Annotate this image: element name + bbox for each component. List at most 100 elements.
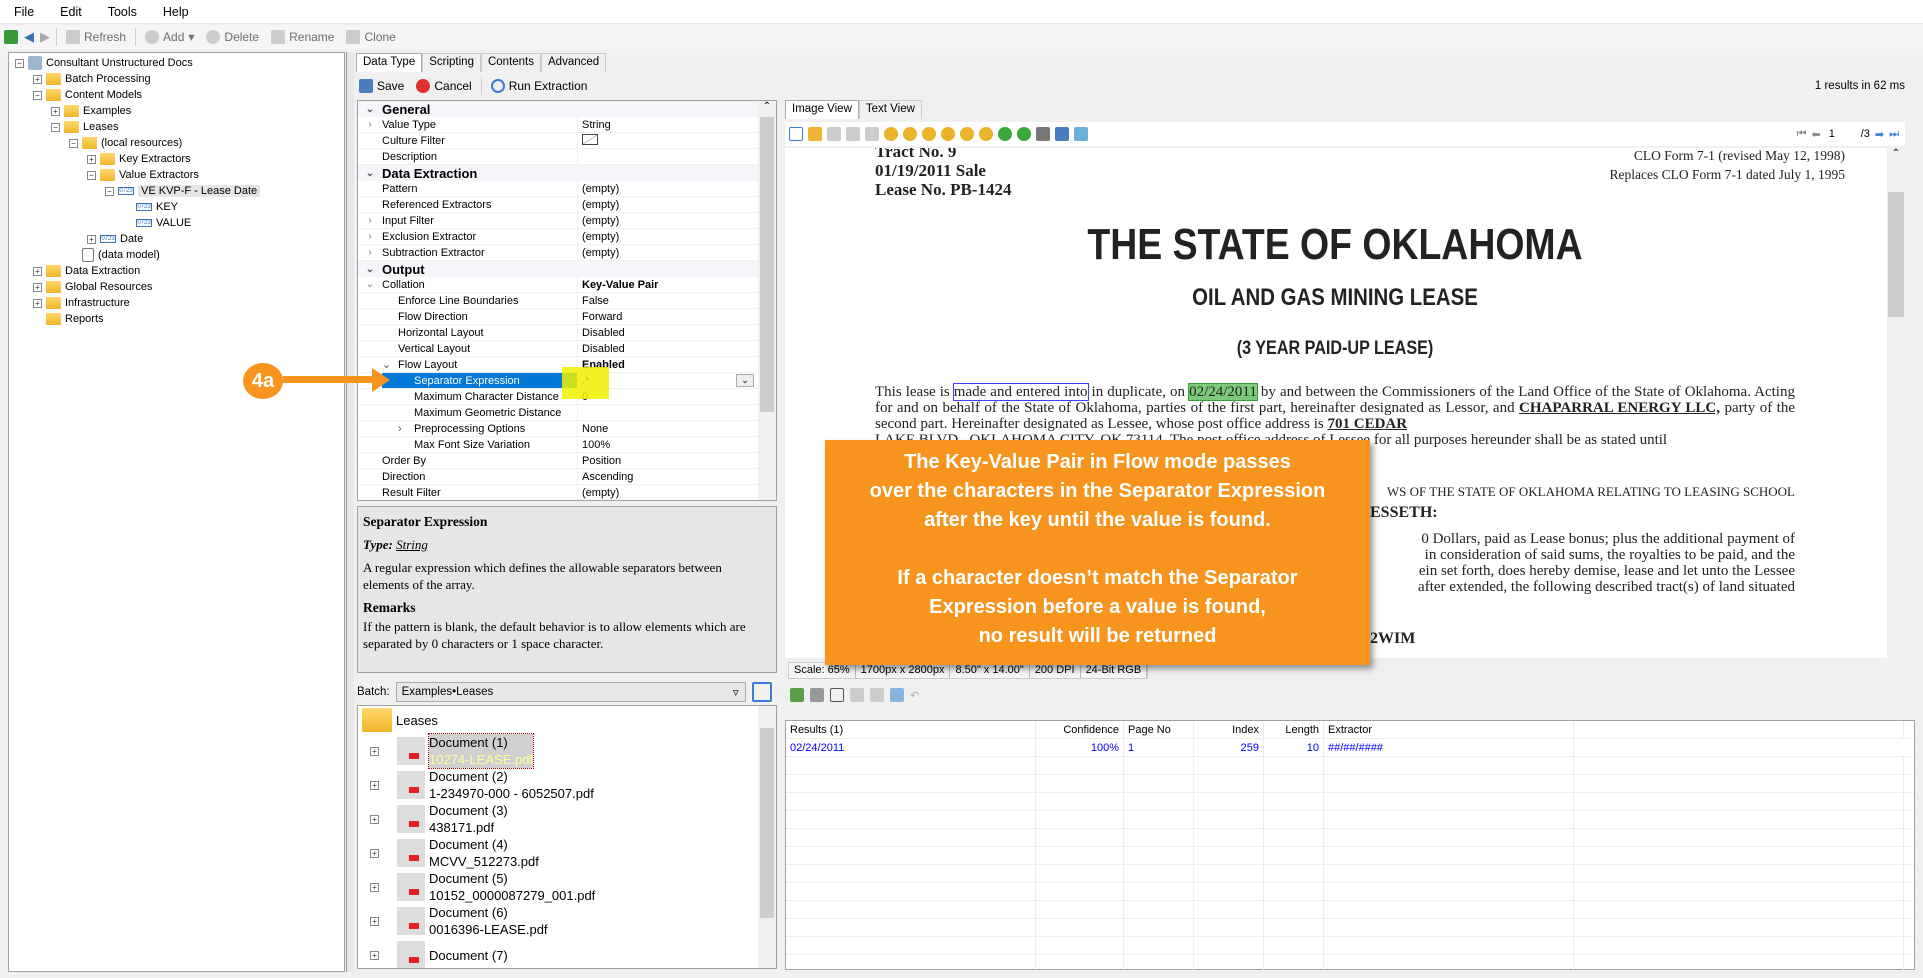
batch-folder[interactable]: Leases bbox=[358, 706, 776, 734]
menu-tools[interactable]: Tools bbox=[108, 5, 137, 19]
expand-icon[interactable]: + bbox=[370, 916, 379, 926]
print-icon[interactable] bbox=[1036, 127, 1050, 141]
property-row[interactable]: Culture Filter bbox=[358, 133, 776, 149]
tree-item[interactable]: 0723 KEY bbox=[9, 199, 344, 215]
column-header[interactable]: Results (1) bbox=[786, 721, 1036, 738]
property-value[interactable]: False bbox=[578, 295, 776, 307]
batch-document[interactable]: + Document (7) bbox=[358, 938, 776, 968]
property-row[interactable]: Direction Ascending bbox=[358, 469, 776, 485]
chevron-down-icon[interactable]: ⌄ bbox=[358, 168, 382, 179]
property-row[interactable]: Max Font Size Variation 100% bbox=[358, 437, 776, 453]
batch-document[interactable]: + Document (6) 0016396-LEASE.pdf bbox=[358, 904, 776, 938]
expand-icon[interactable]: + bbox=[87, 154, 96, 164]
collapse-icon[interactable]: − bbox=[33, 90, 42, 100]
image-gray-icon[interactable] bbox=[810, 688, 824, 702]
chevron-down-icon[interactable]: ⌄ bbox=[358, 264, 382, 275]
document-info-button[interactable] bbox=[751, 682, 772, 702]
tree-item[interactable]: + Data Extraction bbox=[9, 263, 344, 279]
tree-item[interactable]: Reports bbox=[9, 311, 344, 327]
tree-item[interactable]: − Value Extractors bbox=[9, 167, 344, 183]
dropdown-button[interactable]: ⌄ bbox=[736, 374, 754, 387]
zoom-out-icon[interactable] bbox=[903, 127, 917, 141]
column-header[interactable]: Page No bbox=[1124, 721, 1194, 738]
page-input[interactable]: 1 bbox=[1825, 128, 1856, 140]
property-value[interactable]: (empty) bbox=[578, 247, 776, 259]
menu-file[interactable]: File bbox=[14, 5, 34, 19]
fit-page-icon[interactable] bbox=[865, 127, 879, 141]
batch-document[interactable]: + Document (5) 10152_0000087279_001.pdf bbox=[358, 870, 776, 904]
batch-document[interactable]: + Document (4) MCVV_512273.pdf bbox=[358, 836, 776, 870]
zoom-height-icon[interactable] bbox=[979, 127, 993, 141]
zoom-actual-icon[interactable] bbox=[922, 127, 936, 141]
tree-item[interactable]: −0723 VE KVP-F - Lease Date bbox=[9, 183, 344, 199]
property-row[interactable]: Flow Direction Forward bbox=[358, 309, 776, 325]
save-image-icon[interactable] bbox=[1055, 127, 1069, 141]
collapse-icon[interactable]: − bbox=[15, 58, 24, 68]
column-header[interactable]: Confidence bbox=[1036, 721, 1124, 738]
expand-icon[interactable]: + bbox=[33, 74, 42, 84]
property-category[interactable]: ⌄ General bbox=[358, 101, 776, 117]
expand-icon[interactable]: + bbox=[370, 848, 379, 858]
property-row[interactable]: › Subtraction Extractor (empty) bbox=[358, 245, 776, 261]
rename-button[interactable]: Rename bbox=[268, 30, 337, 44]
property-value[interactable]: Key-Value Pair bbox=[578, 279, 776, 291]
refresh-button[interactable]: Refresh bbox=[63, 30, 129, 44]
back-icon[interactable]: ◀ bbox=[24, 29, 34, 45]
chevron-down-icon[interactable]: ⌄ bbox=[358, 104, 382, 115]
property-value[interactable]: Disabled bbox=[578, 327, 776, 339]
tree-item[interactable]: + Key Extractors bbox=[9, 151, 344, 167]
property-row[interactable]: › Input Filter (empty) bbox=[358, 213, 776, 229]
image-icon[interactable] bbox=[790, 688, 804, 702]
column-header[interactable]: Index bbox=[1194, 721, 1264, 738]
property-value[interactable]: None bbox=[578, 423, 776, 435]
add-button[interactable]: Add ▾ bbox=[142, 30, 197, 44]
property-value[interactable]: Position bbox=[578, 455, 776, 467]
property-value[interactable]: (empty) bbox=[578, 215, 776, 227]
tab-scripting[interactable]: Scripting bbox=[422, 53, 481, 72]
expand-icon[interactable]: + bbox=[87, 234, 96, 244]
tree-item[interactable]: 0723 VALUE bbox=[9, 215, 344, 231]
select-pointer-icon[interactable] bbox=[789, 127, 803, 141]
column-header[interactable]: Length bbox=[1264, 721, 1324, 738]
menu-help[interactable]: Help bbox=[163, 5, 189, 19]
pan-hand-icon[interactable] bbox=[808, 127, 822, 141]
tools-icon[interactable] bbox=[1074, 127, 1088, 141]
collapse-icon[interactable]: − bbox=[69, 138, 78, 148]
column-header[interactable]: Extractor bbox=[1324, 721, 1574, 738]
tab-data-type[interactable]: Data Type bbox=[356, 53, 423, 72]
save-button[interactable]: Save bbox=[356, 79, 407, 93]
collapse-icon[interactable]: − bbox=[87, 170, 96, 180]
select-region-icon[interactable] bbox=[827, 127, 841, 141]
tab-image-view[interactable]: Image View bbox=[785, 100, 859, 119]
batch-select[interactable]: Examples•Leases ▿ bbox=[395, 682, 746, 702]
image-mask-icon[interactable] bbox=[830, 688, 844, 702]
refresh-image-icon[interactable] bbox=[890, 688, 904, 702]
property-value[interactable] bbox=[578, 133, 776, 148]
property-value[interactable]: Forward bbox=[578, 311, 776, 323]
forward-icon[interactable]: ▶ bbox=[40, 29, 50, 45]
property-category[interactable]: ⌄ Data Extraction bbox=[358, 165, 776, 181]
property-value[interactable]: (empty) bbox=[578, 183, 776, 195]
document-list-scrollbar[interactable] bbox=[758, 706, 776, 968]
property-value[interactable]: Ascending bbox=[578, 471, 776, 483]
run-extraction-button[interactable]: Run Extraction bbox=[488, 79, 591, 93]
zoom-in-icon[interactable] bbox=[884, 127, 898, 141]
property-row[interactable]: Order By Position bbox=[358, 453, 776, 469]
tree-item[interactable]: + Batch Processing bbox=[9, 71, 344, 87]
last-page-icon[interactable]: ⏭ bbox=[1889, 128, 1899, 141]
prev-page-icon[interactable]: ⬅ bbox=[1811, 128, 1820, 141]
property-row[interactable]: Vertical Layout Disabled bbox=[358, 341, 776, 357]
tree-item[interactable]: (data model) bbox=[9, 247, 344, 263]
property-value[interactable]: (empty) bbox=[578, 231, 776, 243]
tree-item[interactable]: − Consultant Unstructured Docs bbox=[9, 55, 344, 71]
panel-splitter[interactable] bbox=[346, 52, 354, 972]
property-row[interactable]: › Preprocessing Options None bbox=[358, 421, 776, 437]
property-row[interactable]: Horizontal Layout Disabled bbox=[358, 325, 776, 341]
property-value[interactable]: (empty) bbox=[578, 199, 776, 211]
property-row[interactable]: Description bbox=[358, 149, 776, 165]
undo-icon[interactable]: ↶ bbox=[910, 689, 919, 702]
help-type-link[interactable]: String bbox=[396, 537, 428, 552]
expand-icon[interactable]: + bbox=[33, 266, 42, 276]
zoom-region-icon[interactable] bbox=[846, 127, 860, 141]
batch-document[interactable]: + Document (3) 438171.pdf bbox=[358, 802, 776, 836]
